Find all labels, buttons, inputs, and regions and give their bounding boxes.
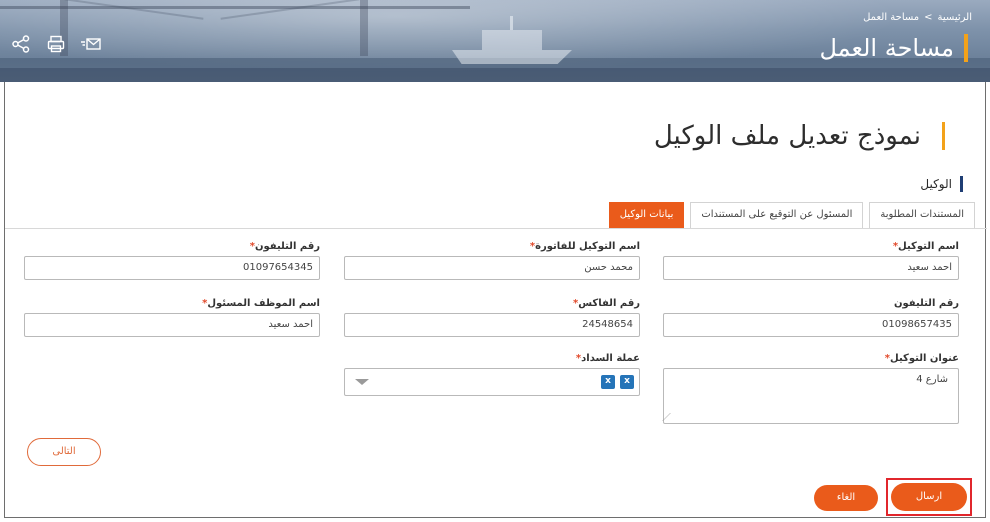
- remove-tag-button[interactable]: x: [601, 375, 615, 389]
- dropdown-caret-icon[interactable]: [355, 379, 369, 385]
- next-button[interactable]: التالى: [27, 438, 101, 466]
- phone-1-field: رقم التليفون* 01097654345: [24, 240, 320, 280]
- breadcrumb-current: مساحة العمل: [863, 12, 920, 23]
- invoice-agency-name-field: اسم التوكيل للفاتورة* محمد حسن: [344, 240, 640, 280]
- breadcrumb-separator: >: [924, 12, 933, 23]
- phone-2-label: رقم التليفون: [893, 298, 959, 309]
- tab-agent-data[interactable]: بيانات الوكيل: [608, 202, 685, 228]
- agency-address-value: شارع 4: [916, 374, 948, 385]
- fax-label: رقم الفاكس: [578, 298, 640, 309]
- agent-name-field: اسم التوكيل* احمد سعيد: [663, 240, 959, 280]
- workspace-title: مساحة العمل: [819, 34, 968, 62]
- responsible-employee-input[interactable]: احمد سعيد: [24, 313, 320, 337]
- tabs-divider: [5, 228, 987, 229]
- send-button-highlight: ارسال: [886, 478, 972, 516]
- print-icon[interactable]: [45, 34, 67, 54]
- form-panel: نموذج تعديل ملف الوكيل الوكيل بيانات الو…: [4, 82, 987, 518]
- fax-field: رقم الفاكس* 24548654: [344, 297, 640, 337]
- payment-currency-field: عملة السداد* x x: [344, 352, 640, 396]
- breadcrumb: الرئيسية > مساحة العمل: [863, 12, 972, 23]
- share-icon[interactable]: [10, 34, 32, 54]
- form-title: نموذج تعديل ملف الوكيل: [654, 120, 946, 152]
- invoice-agency-name-input[interactable]: محمد حسن: [344, 256, 640, 280]
- agent-name-input[interactable]: احمد سعيد: [663, 256, 959, 280]
- fax-input[interactable]: 24548654: [344, 313, 640, 337]
- banner-actions: [10, 34, 102, 54]
- invoice-agency-name-label: اسم التوكيل للفاتورة: [535, 241, 640, 252]
- agent-name-label: اسم التوكيل: [898, 241, 959, 252]
- remove-tag-button[interactable]: x: [620, 375, 634, 389]
- phone-2-input[interactable]: 01098657435: [663, 313, 959, 337]
- section-label: الوكيل: [920, 176, 963, 192]
- phone-1-label: رقم التليفون: [254, 241, 320, 252]
- phone-1-input[interactable]: 01097654345: [24, 256, 320, 280]
- tab-bar: بيانات الوكيل المسئول عن التوقيع على الم…: [608, 202, 975, 228]
- cancel-button[interactable]: الغاء: [814, 485, 878, 511]
- send-button[interactable]: ارسال: [891, 483, 967, 511]
- header-banner: الرئيسية > مساحة العمل مساحة العمل: [0, 0, 990, 82]
- responsible-employee-label: اسم الموظف المسئول: [207, 298, 320, 309]
- payment-currency-multiselect[interactable]: x x: [344, 368, 640, 396]
- tab-required-documents[interactable]: المستندات المطلوبة: [869, 202, 975, 228]
- email-icon[interactable]: [80, 34, 102, 54]
- agency-address-field: عنوان التوكيل* شارع 4: [662, 352, 959, 424]
- agency-address-label: عنوان التوكيل: [890, 353, 959, 364]
- phone-2-field: رقم التليفون 01098657435: [663, 297, 959, 337]
- agency-address-textarea[interactable]: شارع 4: [662, 368, 959, 424]
- breadcrumb-home[interactable]: الرئيسية: [938, 12, 972, 23]
- tab-signing-responsible[interactable]: المسئول عن التوقيع على المستندات: [690, 202, 864, 228]
- resize-grip-icon[interactable]: [662, 413, 678, 421]
- payment-currency-label: عملة السداد: [581, 353, 640, 364]
- responsible-employee-field: اسم الموظف المسئول* احمد سعيد: [24, 297, 320, 337]
